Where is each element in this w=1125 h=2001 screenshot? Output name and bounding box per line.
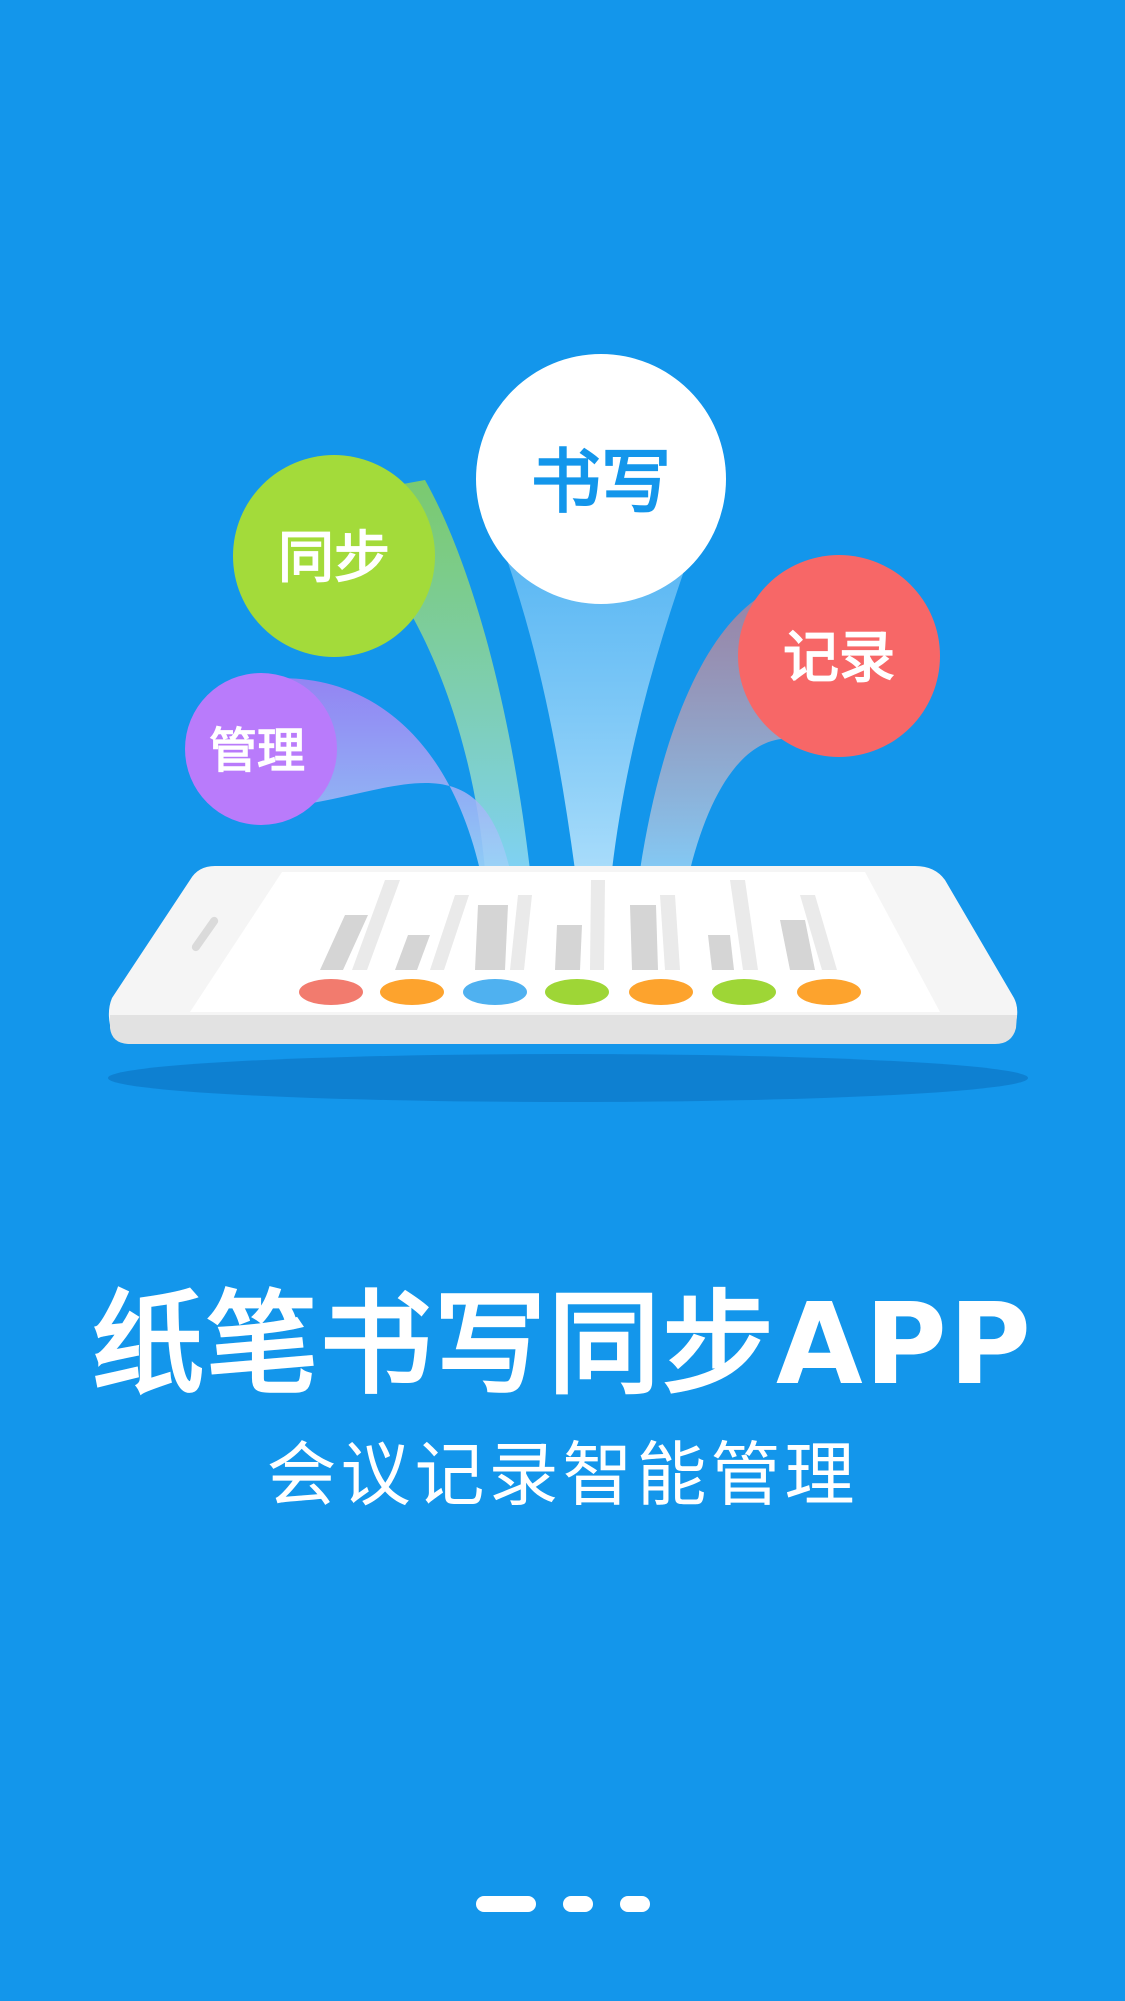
color-dot-orange xyxy=(797,979,861,1005)
app-subtitle: 会议记录智能管理 xyxy=(266,1434,859,1516)
page-indicator-dot[interactable] xyxy=(620,1896,650,1912)
bubble-record-label: 记录 xyxy=(783,626,895,689)
page-indicator-dot[interactable] xyxy=(563,1896,593,1912)
bubble-record: 记录 xyxy=(738,555,940,757)
bubble-write-label: 书写 xyxy=(531,443,671,521)
color-dot-red xyxy=(299,979,363,1005)
hero-illustration: 管理 同步 书写 记录 xyxy=(108,354,1028,1102)
color-dot-green xyxy=(545,979,609,1005)
bubble-sync: 同步 xyxy=(233,455,435,657)
page-indicator xyxy=(0,1896,1125,1916)
phone-illustration xyxy=(108,866,1028,1102)
color-dot-blue xyxy=(463,979,527,1005)
color-dot-orange xyxy=(629,979,693,1005)
page-indicator-dot-active[interactable] xyxy=(476,1896,536,1912)
app-title: 纸笔书写同步APP xyxy=(92,1280,1033,1410)
color-dot-green xyxy=(712,979,776,1005)
phone-edge xyxy=(110,1015,1017,1044)
phone-shadow xyxy=(108,1054,1028,1102)
bubble-manage: 管理 xyxy=(185,673,337,825)
color-dot-orange xyxy=(380,979,444,1005)
bubble-sync-label: 同步 xyxy=(278,526,390,589)
bubble-write: 书写 xyxy=(476,354,726,604)
bubble-manage-label: 管理 xyxy=(209,725,305,778)
